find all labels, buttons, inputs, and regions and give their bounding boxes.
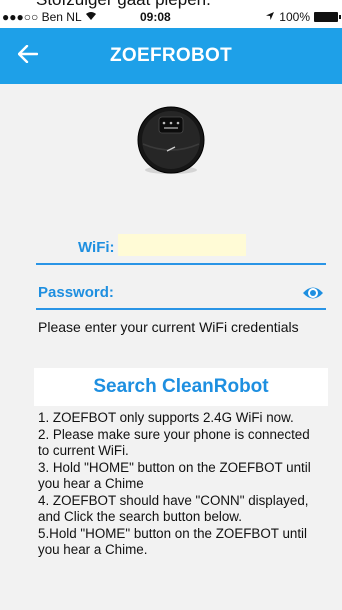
wifi-underline (36, 263, 326, 265)
status-bar: ●●●○○ Ben NL 09:08 100% (0, 6, 342, 28)
eye-icon[interactable] (302, 282, 324, 304)
search-cleanrobot-button[interactable]: Search CleanRobot (34, 368, 328, 406)
wifi-status-icon (85, 10, 97, 24)
password-underline (36, 308, 326, 310)
carrier-name: Ben NL (41, 10, 82, 24)
instruction-item: 3. Hold "HOME" button on the ZOEFBOT unt… (38, 459, 311, 492)
password-row[interactable]: Password: (0, 276, 342, 306)
instruction-item: 2. Please make sure your phone is connec… (38, 426, 310, 459)
instructions-list: 1. ZOEFBOT only supports 2.4G WiFi now. … (38, 410, 318, 559)
battery-percent: 100% (279, 10, 310, 24)
signal-dots: ●●●○○ (2, 10, 39, 24)
nav-bar: ZOEFROBOT (0, 28, 342, 84)
location-icon (265, 10, 275, 24)
status-right: 100% (265, 10, 341, 24)
robot-vacuum-image (135, 104, 207, 176)
wifi-row: WiFi: (0, 234, 342, 258)
instruction-item: 5.Hold "HOME" button on the ZOEFBOT unti… (38, 525, 308, 558)
instruction-item: 1. ZOEFBOT only supports 2.4G WiFi now. (38, 410, 294, 425)
battery-icon (314, 12, 341, 22)
status-time: 09:08 (140, 10, 171, 24)
wifi-label: WiFi: (78, 239, 115, 256)
main-content: WiFi: Password: Please enter your curren… (0, 84, 342, 610)
status-left: ●●●○○ Ben NL (2, 10, 97, 24)
credentials-hint: Please enter your current WiFi credentia… (38, 319, 299, 335)
instruction-item: 4. ZOEFBOT should have "CONN" displayed,… (38, 492, 309, 525)
password-label: Password: (38, 284, 114, 301)
page-title: ZOEFROBOT (110, 45, 232, 66)
wifi-input[interactable] (118, 234, 246, 256)
